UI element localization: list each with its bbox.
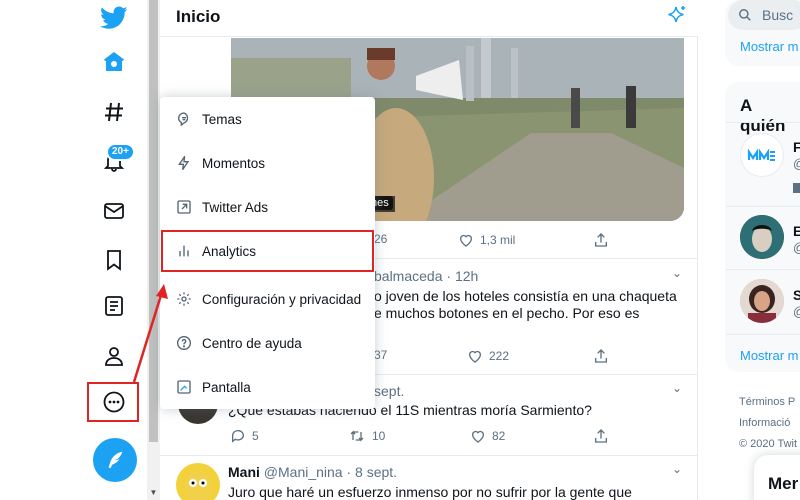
display-icon <box>174 379 194 395</box>
help-icon <box>174 335 194 351</box>
more-highlight-box <box>87 382 139 422</box>
tweet-menu-chevron-icon[interactable]: ⌄ <box>672 381 682 395</box>
like-count: 1,3 mil <box>480 233 516 247</box>
menu-item-centro-de-ayuda[interactable]: Centro de ayuda <box>160 321 375 365</box>
analytics-highlight-box <box>161 230 374 272</box>
retweet-button[interactable]: 26 <box>374 232 387 246</box>
card-divider <box>726 206 800 207</box>
menu-item-pantalla[interactable]: Pantalla <box>160 365 375 409</box>
tweet-date: · 8 sept. <box>346 464 398 480</box>
page-title: Inicio <box>176 7 221 26</box>
lightning-icon <box>174 155 194 171</box>
notifications-badge: 20+ <box>106 143 135 161</box>
avatar[interactable] <box>740 279 784 323</box>
reply-button[interactable]: 5 <box>230 428 259 444</box>
account-handle: @ <box>793 240 800 255</box>
account-name[interactable]: E <box>793 223 800 239</box>
retweet-button[interactable]: 37 <box>374 348 387 362</box>
tweet-author: Mani @Mani_nina · 8 sept. <box>228 464 397 480</box>
retweet-icon <box>350 430 364 442</box>
scroll-down-arrow-icon[interactable]: ▼ <box>149 488 158 497</box>
tweet-text-line: e muchos botones en el pecho. Por eso es <box>374 305 640 321</box>
account-handle: @ <box>793 304 800 319</box>
share-button[interactable] <box>593 428 609 444</box>
compose-tweet-button[interactable] <box>93 438 137 482</box>
avatar[interactable] <box>176 463 220 500</box>
footer-terms-link[interactable]: Términos P <box>739 396 795 408</box>
card-divider <box>726 334 800 335</box>
tweet-date: sept. <box>374 383 405 399</box>
timeline-header <box>160 0 698 37</box>
footer-info-link[interactable]: Informació <box>739 417 790 429</box>
home-icon[interactable] <box>96 44 132 80</box>
footer-copyright: © 2020 Twit <box>739 438 798 450</box>
menu-item-twitter-ads[interactable]: Twitter Ads <box>160 185 375 229</box>
hashtag-icon[interactable] <box>96 94 132 130</box>
share-button[interactable] <box>593 232 609 248</box>
twitter-logo-icon[interactable] <box>96 0 132 36</box>
pointer-arrow <box>132 284 168 383</box>
retweet-count: 37 <box>374 348 388 362</box>
account-name[interactable]: F <box>793 139 800 155</box>
show-more-link[interactable]: Mostrar m <box>740 348 799 363</box>
menu-item-temas[interactable]: Temas <box>160 97 375 141</box>
gear-icon <box>174 291 194 307</box>
like-count: 82 <box>492 429 506 443</box>
avatar[interactable] <box>740 215 784 259</box>
external-arrow-icon <box>174 199 194 215</box>
author-name: Mani <box>228 464 260 480</box>
share-icon <box>595 233 607 247</box>
left-navigation: 20+ <box>0 0 147 500</box>
tweet-text-line: o joven de los hoteles consistía en una … <box>374 288 677 304</box>
search-icon <box>738 8 752 22</box>
tweet-divider <box>160 455 698 456</box>
like-button[interactable]: 1,3 mil <box>458 232 515 248</box>
like-count: 222 <box>489 349 510 363</box>
heart-icon <box>460 234 472 247</box>
search-input[interactable]: Busc <box>728 0 800 30</box>
show-more-link[interactable]: Mostrar m <box>740 39 799 54</box>
messages-drawer-title: Mer <box>768 474 799 493</box>
sparkle-icon[interactable] <box>664 4 688 28</box>
bookmark-icon[interactable] <box>96 242 132 278</box>
retweet-button[interactable]: 10 <box>348 428 385 444</box>
tweet-menu-chevron-icon[interactable]: ⌄ <box>672 462 682 476</box>
card-divider <box>726 122 800 123</box>
share-icon <box>595 349 607 363</box>
account-name[interactable]: S <box>793 287 800 303</box>
tweet-text: Juro que haré un esfuerzo inmenso por no… <box>228 484 632 500</box>
promoted-icon <box>793 183 800 193</box>
share-icon <box>595 429 607 443</box>
topics-icon <box>174 111 194 127</box>
retweet-count: 26 <box>374 232 388 246</box>
reply-count: 5 <box>252 429 259 443</box>
card-divider <box>726 269 800 270</box>
tweet-menu-chevron-icon[interactable]: ⌄ <box>672 266 682 280</box>
heart-icon <box>472 430 484 443</box>
reply-icon <box>231 430 244 443</box>
menu-item-configuracion[interactable]: Configuración y privacidad <box>160 277 375 321</box>
mail-icon[interactable] <box>96 193 132 229</box>
tweet-handle: balmaceda · 12h <box>374 268 479 284</box>
retweet-count: 10 <box>372 429 386 443</box>
like-button[interactable]: 82 <box>470 428 505 444</box>
account-handle: @ <box>793 156 800 171</box>
who-to-follow-heading: A quién <box>740 96 786 135</box>
share-button[interactable] <box>593 348 609 364</box>
avatar[interactable] <box>740 133 784 177</box>
author-handle: @Mani_nina <box>263 464 343 480</box>
menu-item-momentos[interactable]: Momentos <box>160 141 375 185</box>
heart-icon <box>469 350 481 363</box>
like-button[interactable]: 222 <box>467 348 509 364</box>
